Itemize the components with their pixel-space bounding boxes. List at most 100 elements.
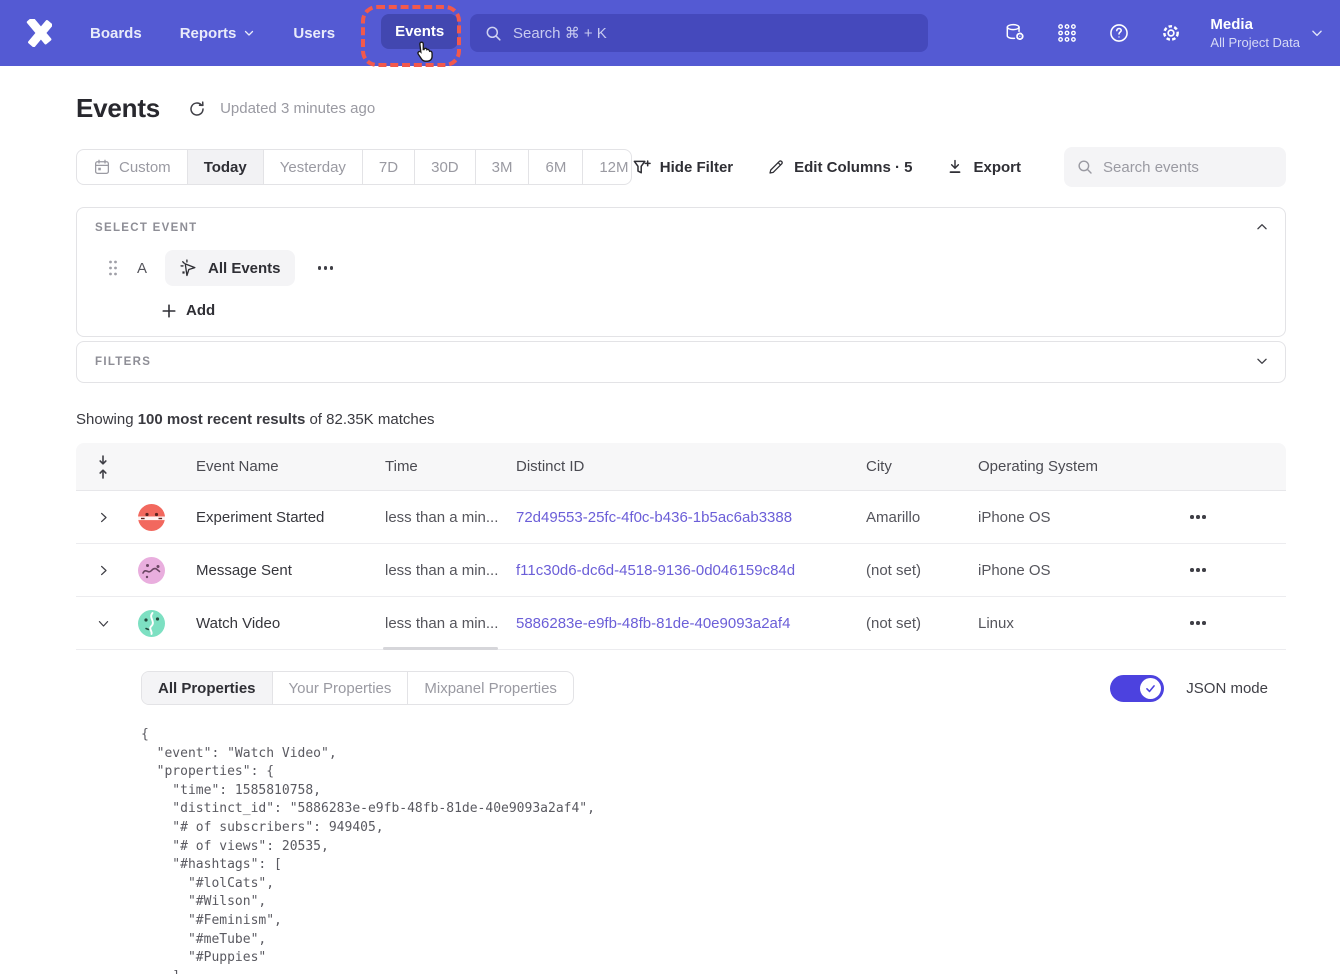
date-option-label: Custom [119,159,171,176]
event-name: Experiment Started [196,509,385,526]
nav-item-reports-label: Reports [180,25,237,42]
date-option-3m[interactable]: 3M [476,150,530,184]
table-header-row: Event Name Time Distinct ID City Operati… [76,443,1286,491]
global-search[interactable] [470,14,928,52]
tab-your-properties[interactable]: Your Properties [273,672,409,704]
event-json-viewer[interactable]: { "event": "Watch Video", "properties": … [141,726,1268,974]
date-option-12m[interactable]: 12M [583,150,631,184]
nav-item-reports[interactable]: Reports [180,25,256,42]
date-option-today[interactable]: Today [188,150,264,184]
project-scope: All Project Data [1210,34,1300,51]
event-cursor-sparkle-icon [179,258,199,278]
date-option-yesterday[interactable]: Yesterday [264,150,363,184]
event-time: less than a min... [385,509,516,526]
download-icon [946,158,964,176]
tab-all-properties[interactable]: All Properties [142,672,273,704]
column-event-name[interactable]: Event Name [196,458,385,475]
distinct-id-link[interactable]: f11c30d6-dc6d-4518-9136-0d046159c84d [516,562,795,579]
json-mode-control: JSON mode [1110,675,1268,702]
search-events-box[interactable] [1064,147,1286,187]
tab-mixpanel-properties[interactable]: Mixpanel Properties [408,672,573,704]
toggle-knob [1140,678,1161,699]
search-events-input[interactable] [1103,159,1274,176]
event-time: less than a min... [385,562,516,579]
event-city: Amarillo [866,509,978,526]
date-option-7d[interactable]: 7D [363,150,415,184]
collapse-rows-icon[interactable] [96,454,110,480]
json-mode-toggle[interactable] [1110,675,1164,702]
table-row-experiment-started[interactable]: Experiment Started less than a min... 72… [76,491,1286,544]
chevron-right-icon[interactable] [96,510,111,525]
event-detail-panel: All Properties Your Properties Mixpanel … [76,650,1286,974]
detail-toolbar: All Properties Your Properties Mixpanel … [141,671,1268,705]
apps-grid-icon[interactable] [1056,22,1078,44]
nav-events-wrapper: Events [373,0,437,66]
chevron-right-icon[interactable] [96,563,111,578]
hide-filter-label: Hide Filter [660,159,733,176]
mixpanel-logo-icon[interactable] [24,19,52,47]
settings-gear-icon[interactable] [1160,22,1182,44]
export-label: Export [973,159,1021,176]
project-name: Media [1210,15,1300,34]
nav-item-users[interactable]: Users [293,25,335,42]
column-distinct-id[interactable]: Distinct ID [516,458,866,475]
summary-prefix: Showing [76,411,138,428]
event-more-options-button[interactable] [313,258,339,278]
results-summary: Showing 100 most recent results of 82.35… [76,411,1286,428]
export-button[interactable]: Export [946,158,1021,176]
ellipsis-icon [324,266,328,270]
nav-item-boards[interactable]: Boards [90,25,142,42]
collapse-chevron-up-icon[interactable] [1255,220,1269,234]
json-mode-label: JSON mode [1186,680,1268,697]
select-event-heading: SELECT EVENT [95,222,1267,234]
table-row-watch-video[interactable]: Watch Video less than a min... 5886283e-… [76,597,1286,650]
edit-columns-label: Edit Columns · 5 [794,159,912,176]
project-selector[interactable]: Media All Project Data [1210,15,1324,51]
filters-card[interactable]: FILTERS [76,341,1286,383]
controls-row: Custom Today Yesterday 7D 30D 3M 6M 12M … [76,147,1286,187]
expand-chevron-down-icon[interactable] [1255,354,1269,368]
add-event-label: Add [186,302,215,319]
top-navbar: Boards Reports Users Events [0,0,1340,66]
plus-icon [161,303,177,319]
hide-filter-button[interactable]: Hide Filter [632,158,733,177]
calendar-icon [93,158,111,176]
data-management-icon[interactable] [1004,22,1026,44]
cursor-hand-icon [413,40,435,64]
date-option-6m[interactable]: 6M [529,150,583,184]
horizontal-scrollbar-thumb[interactable] [383,647,498,651]
event-os: iPhone OS [978,509,1160,526]
add-event-button[interactable]: Add [161,302,231,319]
date-option-30d[interactable]: 30D [415,150,476,184]
event-os: Linux [978,615,1160,632]
column-operating-system[interactable]: Operating System [978,458,1160,475]
ellipsis-icon [1196,515,1200,519]
navbar-right: Media All Project Data [974,0,1340,66]
distinct-id-link[interactable]: 72d49553-25fc-4f0c-b436-1b5ac6ab3388 [516,509,792,526]
table-row-message-sent[interactable]: Message Sent less than a min... f11c30d6… [76,544,1286,597]
chevron-down-icon [243,27,255,39]
filter-icon [632,158,651,177]
distinct-id-link[interactable]: 5886283e-e9fb-48fb-81de-40e9093a2af4 [516,615,790,632]
project-text: Media All Project Data [1210,15,1300,51]
drag-handle-icon[interactable] [107,259,119,277]
row-more-options-button[interactable] [1185,507,1211,527]
summary-suffix: of 82.35K matches [305,411,434,428]
global-search-input[interactable] [513,25,914,42]
properties-tabs: All Properties Your Properties Mixpanel … [141,671,574,705]
main-content: Events Updated 3 minutes ago Custom Toda… [76,93,1286,974]
primary-nav: Boards Reports Users Events [90,0,437,66]
column-city[interactable]: City [866,458,978,475]
help-icon[interactable] [1108,22,1130,44]
date-option-custom[interactable]: Custom [77,150,188,184]
date-range-selector: Custom Today Yesterday 7D 30D 3M 6M 12M [76,149,632,185]
all-events-button[interactable]: All Events [165,250,295,286]
column-time[interactable]: Time [385,458,516,475]
table-toolbar: Hide Filter Edit Columns · 5 Export [632,147,1286,187]
refresh-icon[interactable] [188,100,206,118]
row-more-options-button[interactable] [1185,613,1211,633]
chevron-down-icon[interactable] [96,616,111,631]
edit-columns-button[interactable]: Edit Columns · 5 [767,158,912,176]
row-more-options-button[interactable] [1185,560,1211,580]
events-table: Event Name Time Distinct ID City Operati… [76,443,1286,974]
